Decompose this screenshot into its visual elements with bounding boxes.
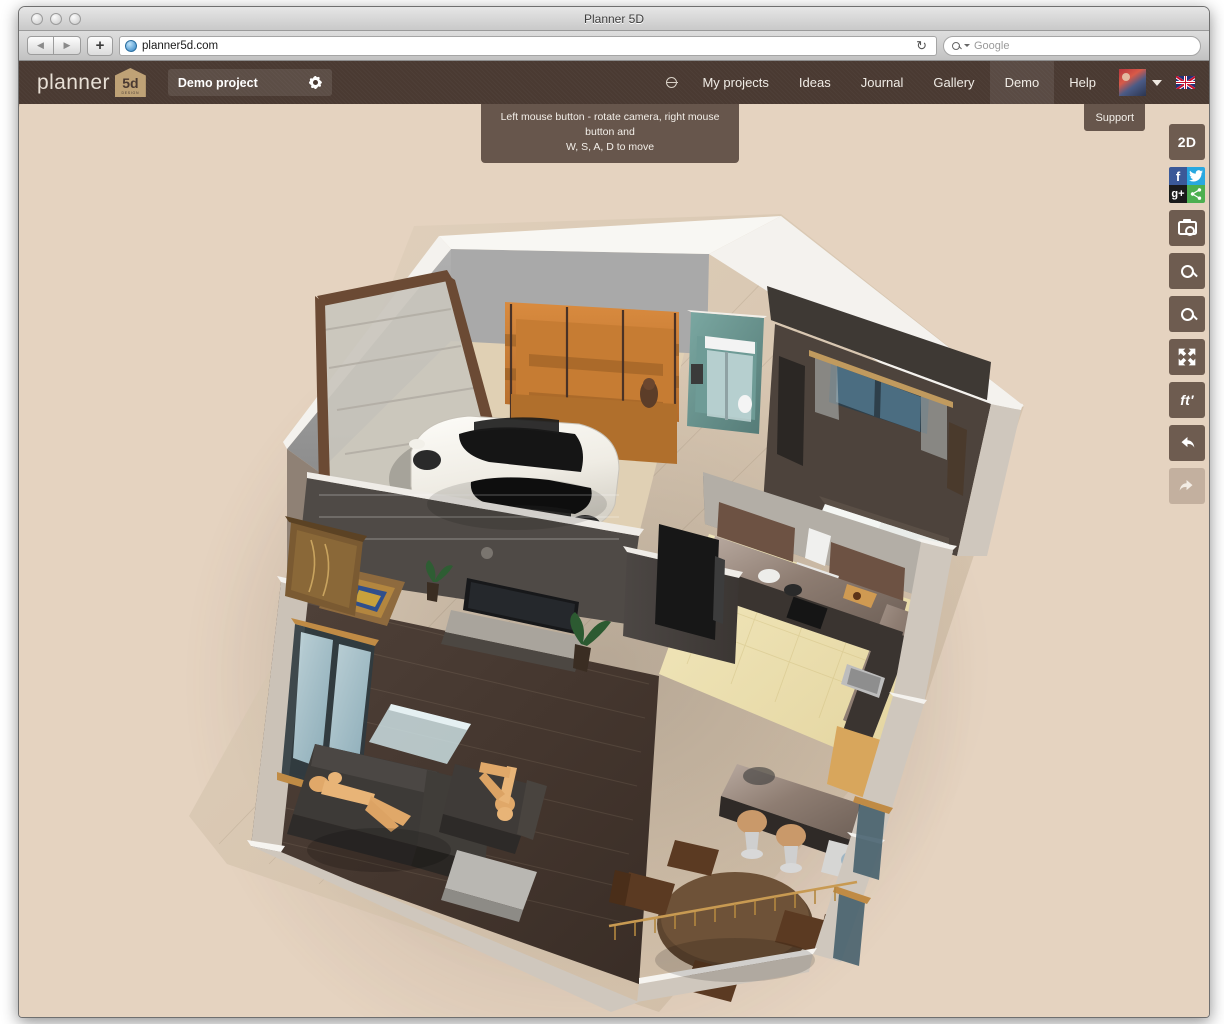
tooltip-line-2: W, S, A, D to move (489, 140, 731, 155)
logo-house-badge-icon: 5d DESIGN (115, 68, 146, 97)
search-engine-chevron-icon[interactable] (964, 44, 970, 47)
search-placeholder: Google (974, 40, 1009, 52)
logo-badge-sub: DESIGN (122, 91, 140, 95)
uk-flag-icon[interactable] (1176, 76, 1195, 89)
search-icon (952, 42, 960, 50)
address-bar-url: planner5d.com (142, 40, 218, 52)
browser-search-field[interactable]: Google (943, 36, 1201, 56)
logo-wordmark: planner (37, 71, 110, 95)
navigation-buttons: ◀ ▶ (27, 36, 81, 55)
camera-icon (1178, 221, 1197, 235)
social-share-buttons[interactable]: f g+ (1169, 167, 1205, 203)
redo-button[interactable] (1169, 468, 1205, 504)
planner5d-logo[interactable]: planner 5d DESIGN (37, 68, 146, 97)
view-toolbar: 2D f g+ + (1165, 104, 1209, 504)
twitter-share-icon[interactable] (1187, 167, 1205, 185)
nav-item-ideas[interactable]: Ideas (784, 61, 846, 104)
nav-item-journal[interactable]: Journal (846, 61, 919, 104)
new-tab-button[interactable]: + (87, 36, 113, 56)
window-title: Planner 5D (19, 12, 1209, 26)
web-page: planner 5d DESIGN Demo project My projec… (19, 61, 1209, 1018)
project-name: Demo project (178, 76, 258, 90)
redo-arrow-icon (1176, 475, 1198, 497)
support-tab[interactable]: Support (1084, 104, 1145, 131)
share-icon[interactable] (1187, 185, 1205, 203)
google-plus-share-icon[interactable]: g+ (1169, 185, 1187, 203)
tooltip-line-1: Left mouse button - rotate camera, right… (489, 110, 731, 140)
globe-icon (666, 77, 677, 88)
design-canvas[interactable]: Left mouse button - rotate camera, right… (19, 104, 1209, 1018)
units-button[interactable]: ft′ (1169, 382, 1205, 418)
logo-badge-main: 5d (122, 76, 138, 90)
fullscreen-arrows-icon (1177, 347, 1197, 367)
browser-toolbar: ◀ ▶ + planner5d.com ↻ Google (19, 31, 1209, 61)
main-navigation: My projects Ideas Journal Gallery Demo H… (662, 61, 1209, 104)
zoom-in-button[interactable]: + (1169, 253, 1205, 289)
nav-item-gallery[interactable]: Gallery (918, 61, 989, 104)
toggle-2d-view-button[interactable]: 2D (1169, 124, 1205, 160)
camera-controls-tooltip: Left mouse button - rotate camera, right… (481, 104, 739, 163)
window-titlebar: Planner 5D (19, 7, 1209, 31)
nav-item-globe[interactable] (662, 61, 687, 104)
zoom-out-icon: − (1181, 308, 1194, 321)
screenshot-button[interactable] (1169, 210, 1205, 246)
bathroom (687, 310, 767, 434)
zoom-in-icon: + (1181, 265, 1194, 278)
undo-button[interactable] (1169, 425, 1205, 461)
user-menu[interactable] (1111, 69, 1170, 96)
gear-icon[interactable] (309, 76, 322, 89)
nav-item-help[interactable]: Help (1054, 61, 1111, 104)
address-bar[interactable]: planner5d.com ↻ (119, 36, 937, 56)
support-label: Support (1095, 112, 1134, 124)
nav-item-my-projects[interactable]: My projects (687, 61, 783, 104)
facebook-share-icon[interactable]: f (1169, 167, 1187, 185)
units-label: ft′ (1180, 392, 1194, 408)
avatar[interactable] (1119, 69, 1146, 96)
view-2d-label: 2D (1178, 134, 1197, 150)
zoom-out-button[interactable]: − (1169, 296, 1205, 332)
chevron-down-icon[interactable] (1152, 80, 1162, 86)
nav-item-demo[interactable]: Demo (990, 61, 1055, 104)
project-selector[interactable]: Demo project (168, 69, 332, 96)
fullscreen-button[interactable] (1169, 339, 1205, 375)
browser-window: Planner 5D ◀ ▶ + planner5d.com ↻ Google … (18, 6, 1210, 1018)
back-button[interactable]: ◀ (27, 36, 54, 55)
site-globe-icon (125, 40, 137, 52)
forward-button[interactable]: ▶ (54, 36, 81, 55)
app-header: planner 5d DESIGN Demo project My projec… (19, 61, 1209, 104)
floor-plan-3d-render[interactable] (19, 104, 1209, 1018)
undo-arrow-icon (1176, 432, 1198, 454)
reload-button[interactable]: ↻ (912, 38, 931, 54)
